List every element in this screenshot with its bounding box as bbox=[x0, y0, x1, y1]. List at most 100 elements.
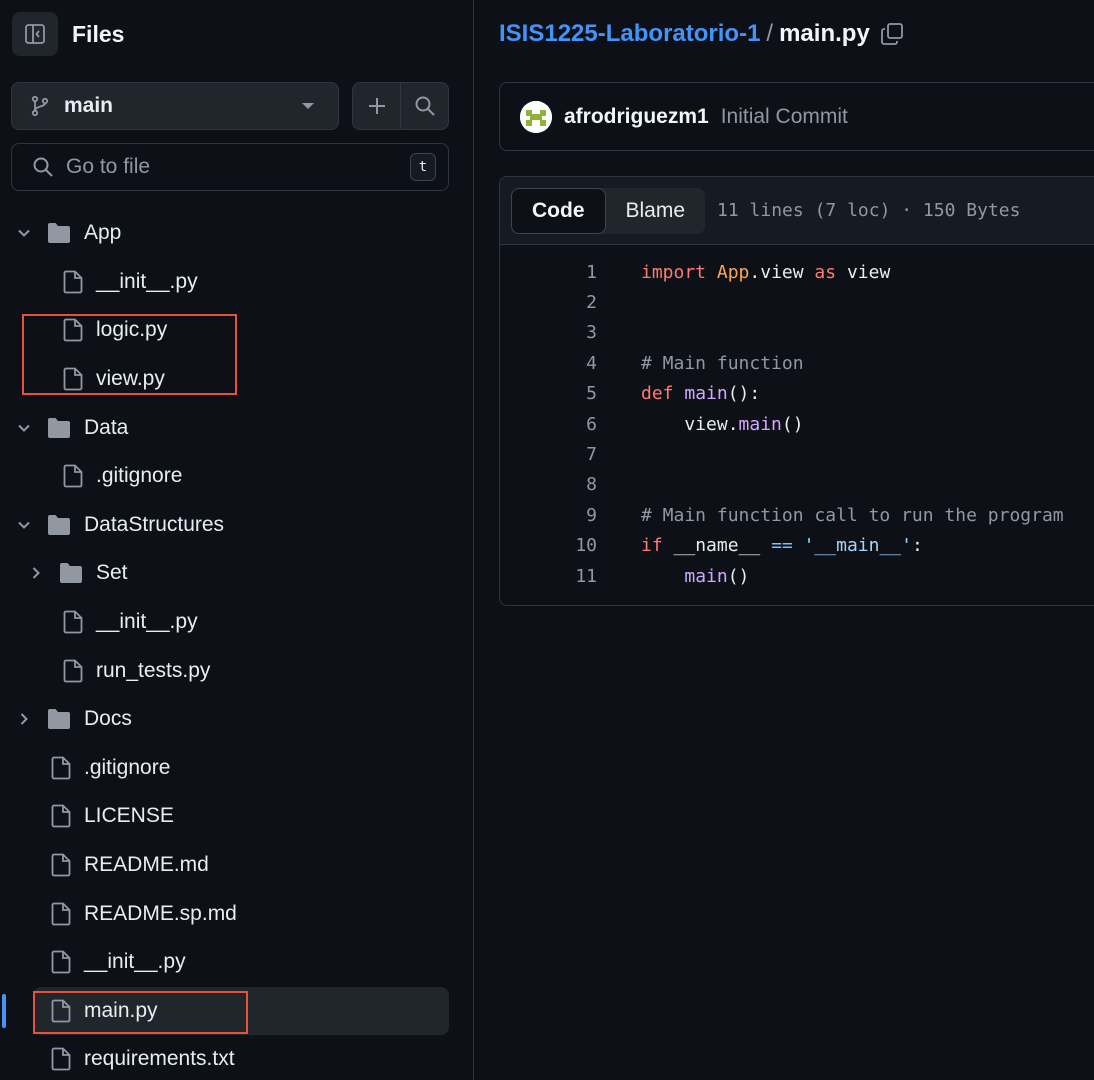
file-icon-wrap bbox=[49, 803, 73, 829]
tree-file-row[interactable]: README.sp.md bbox=[0, 889, 474, 938]
tree-item-label: __init__.py bbox=[96, 610, 198, 634]
tree-item-label: view.py bbox=[96, 367, 165, 391]
file-icon bbox=[63, 270, 83, 294]
chevron-right-icon-wrap[interactable] bbox=[16, 711, 32, 727]
tab-code[interactable]: Code bbox=[511, 187, 606, 234]
tree-file-row[interactable]: LICENSE bbox=[0, 792, 474, 841]
view-mode-toggle: Code Blame bbox=[511, 187, 706, 234]
folder-icon bbox=[48, 709, 70, 730]
tree-folder-row[interactable]: DataStructures bbox=[0, 501, 474, 550]
tree-file-row[interactable]: .gitignore bbox=[0, 452, 474, 501]
line-number[interactable]: 10 bbox=[537, 535, 597, 556]
code-panel-header: Code Blame 11 lines (7 loc) · 150 Bytes bbox=[500, 177, 1094, 245]
folder-icon-wrap bbox=[47, 512, 71, 538]
folder-icon bbox=[48, 223, 70, 244]
folder-icon bbox=[48, 417, 70, 438]
code-text: # Main function call to run the program bbox=[641, 504, 1064, 526]
branch-name: main bbox=[64, 94, 114, 117]
tree-item-label: logic.py bbox=[96, 318, 168, 342]
code-line: 8 bbox=[500, 470, 1094, 500]
line-number[interactable]: 7 bbox=[537, 444, 597, 465]
tab-blame[interactable]: Blame bbox=[606, 188, 706, 234]
commit-message-link[interactable]: Initial Commit bbox=[721, 105, 848, 129]
add-file-button[interactable] bbox=[353, 83, 401, 129]
tree-file-row[interactable]: __init__.py bbox=[0, 938, 474, 987]
tree-folder-row[interactable]: Docs bbox=[0, 695, 474, 744]
breadcrumb-repo-link[interactable]: ISIS1225-Laboratorio-1 bbox=[499, 20, 760, 48]
tree-file-row[interactable]: .gitignore bbox=[0, 744, 474, 793]
go-to-file-placeholder: Go to file bbox=[66, 155, 151, 178]
tree-item-label: LICENSE bbox=[84, 804, 174, 828]
tree-file-row[interactable]: view.py bbox=[0, 355, 474, 404]
file-icon-wrap bbox=[61, 463, 85, 489]
tree-item-label: README.md bbox=[84, 853, 209, 877]
line-number[interactable]: 11 bbox=[537, 566, 597, 587]
chevron-down-icon-wrap[interactable] bbox=[16, 420, 32, 436]
file-icon bbox=[63, 464, 83, 488]
line-number[interactable]: 3 bbox=[537, 322, 597, 343]
tree-folder-row[interactable]: Set bbox=[0, 549, 474, 598]
tree-item-label: run_tests.py bbox=[96, 658, 211, 682]
sidebar-collapse-icon bbox=[25, 24, 45, 44]
breadcrumb-file: main.py bbox=[779, 20, 870, 47]
line-number[interactable]: 6 bbox=[537, 414, 597, 435]
tree-file-row[interactable]: run_tests.py bbox=[0, 646, 474, 695]
file-icon-wrap bbox=[61, 366, 85, 392]
chevron-right-icon-wrap[interactable] bbox=[28, 565, 44, 581]
folder-icon-wrap bbox=[59, 560, 83, 586]
go-to-file-input[interactable]: Go to file t bbox=[11, 143, 449, 191]
chevron-right-icon bbox=[32, 567, 40, 580]
collapse-sidebar-button[interactable] bbox=[12, 12, 58, 56]
line-number[interactable]: 2 bbox=[537, 292, 597, 313]
file-tree: App __init__.py logic.py view.py Data .gitign… bbox=[0, 209, 474, 1080]
folder-icon-wrap bbox=[47, 415, 71, 441]
git-branch-icon bbox=[31, 95, 49, 117]
tree-file-row[interactable]: logic.py bbox=[0, 306, 474, 355]
chevron-down-icon-wrap[interactable] bbox=[16, 225, 32, 241]
search-icon bbox=[415, 96, 435, 116]
plus-icon bbox=[368, 98, 385, 114]
sidebar-actions bbox=[352, 82, 449, 130]
breadcrumb-separator: / bbox=[766, 20, 774, 47]
file-tree-sidebar: Files main Go to file t App __init__.py … bbox=[0, 0, 474, 1080]
file-icon bbox=[63, 367, 83, 391]
line-number[interactable]: 8 bbox=[537, 474, 597, 495]
copy-path-button[interactable] bbox=[880, 22, 904, 46]
commit-author-link[interactable]: afrodriguezm1 bbox=[564, 105, 709, 129]
folder-icon-wrap bbox=[47, 706, 71, 732]
code-line: 3 bbox=[500, 318, 1094, 348]
tree-item-label: __init__.py bbox=[96, 269, 198, 293]
file-icon bbox=[63, 610, 83, 634]
line-number[interactable]: 1 bbox=[537, 262, 597, 283]
code-line: 7 bbox=[500, 439, 1094, 469]
tree-folder-row[interactable]: Data bbox=[0, 403, 474, 452]
file-icon-wrap bbox=[61, 609, 85, 635]
file-info: 11 lines (7 loc) · 150 Bytes bbox=[717, 200, 1021, 221]
avatar[interactable] bbox=[520, 100, 552, 133]
code-line: 2 bbox=[500, 287, 1094, 317]
search-code-button[interactable] bbox=[401, 83, 448, 129]
tree-file-row[interactable]: __init__.py bbox=[0, 258, 474, 307]
code-line: 10 if __name__ == '__main__': bbox=[500, 531, 1094, 561]
search-icon bbox=[33, 157, 53, 177]
sidebar-title: Files bbox=[72, 20, 125, 47]
branch-selector[interactable]: main bbox=[11, 82, 339, 130]
tree-item-label: Data bbox=[84, 415, 129, 439]
line-number[interactable]: 4 bbox=[537, 353, 597, 374]
file-icon-wrap bbox=[61, 269, 85, 295]
tree-file-row[interactable]: requirements.txt bbox=[0, 1035, 474, 1080]
tree-file-row[interactable]: README.md bbox=[0, 841, 474, 890]
line-number[interactable]: 9 bbox=[537, 505, 597, 526]
file-icon bbox=[51, 1047, 71, 1071]
code-text: view.main() bbox=[641, 413, 804, 435]
tree-file-row[interactable]: main.py bbox=[33, 986, 449, 1036]
code-text: # Main function bbox=[641, 352, 804, 374]
keyboard-shortcut-badge: t bbox=[410, 153, 436, 181]
code-text: import App.view as view bbox=[641, 261, 891, 283]
tree-folder-row[interactable]: App bbox=[0, 209, 474, 258]
chevron-down-icon-wrap[interactable] bbox=[16, 517, 32, 533]
tree-file-row[interactable]: __init__.py bbox=[0, 598, 474, 647]
tree-item-label: .gitignore bbox=[84, 755, 171, 779]
tree-item-label: .gitignore bbox=[96, 464, 183, 488]
line-number[interactable]: 5 bbox=[537, 383, 597, 404]
